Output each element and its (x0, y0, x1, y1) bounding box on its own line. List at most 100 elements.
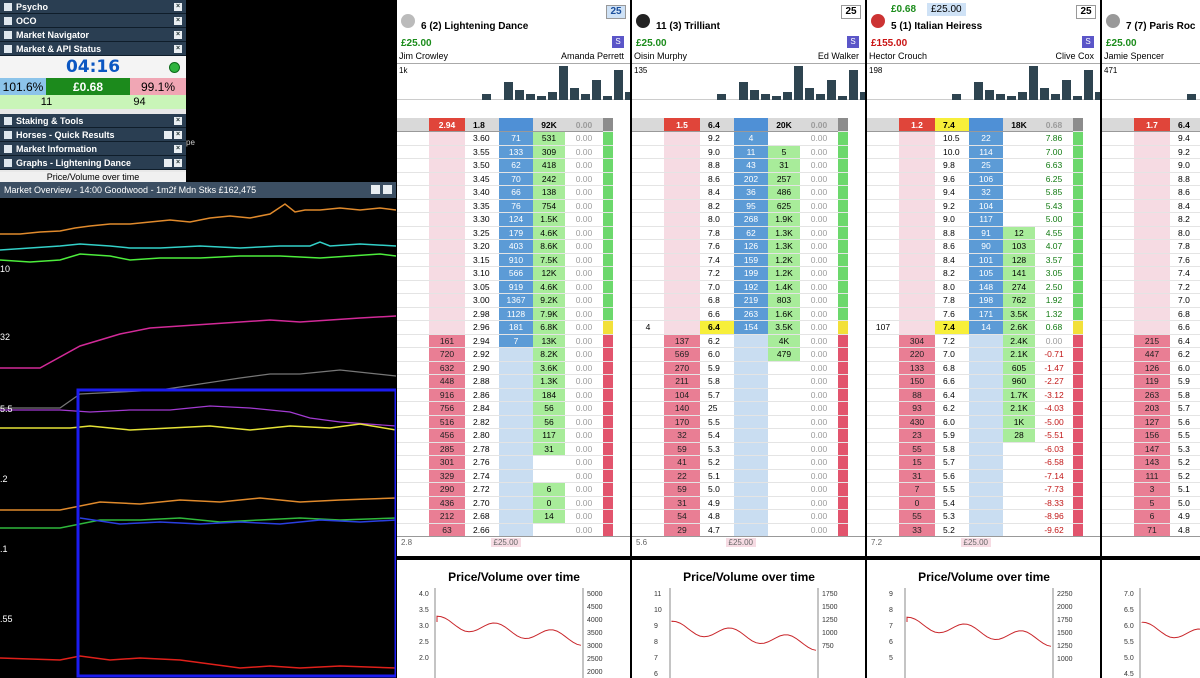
ladder-row[interactable]: 41 5.2 0.00 (632, 455, 848, 470)
ladder-row[interactable]: 3.30 124 1.5K 0.00 (397, 212, 613, 227)
back-amount[interactable]: 159 (734, 253, 768, 267)
runner-name[interactable]: 6 (2) Lightening Dance (421, 21, 528, 32)
back-amount[interactable]: 7 (499, 334, 533, 348)
my-back-cell[interactable] (1102, 199, 1134, 213)
ladder-row[interactable]: 7.2 199 1.2K 0.00 (632, 266, 848, 281)
ladder-row[interactable]: 126 6.0 (1102, 361, 1200, 375)
ladder-row[interactable]: 29 4.7 0.00 (632, 523, 848, 537)
ladder-row[interactable]: 9.4 32 5.85 (867, 185, 1083, 200)
ladder-row[interactable]: 916 2.86 184 0.00 (397, 388, 613, 402)
lay-amount[interactable] (429, 239, 465, 254)
ladder-row[interactable]: 8.0 148 274 2.50 (867, 280, 1083, 294)
lay-amount[interactable]: 133 (899, 361, 935, 375)
ladder-row[interactable]: 3.40 66 138 0.00 (397, 185, 613, 200)
my-back-cell[interactable] (632, 361, 664, 375)
my-back-cell[interactable] (867, 172, 899, 186)
my-back-cell[interactable] (1102, 293, 1134, 308)
my-back-cell[interactable] (632, 253, 664, 267)
ladder-row[interactable]: 150 6.6 960 -2.27 (867, 374, 1083, 389)
my-back-cell[interactable] (867, 469, 899, 483)
my-back-cell[interactable] (1102, 334, 1134, 348)
s-button[interactable]: S (612, 36, 624, 48)
ladder-row[interactable]: 5 5.0 (1102, 496, 1200, 510)
lay-amount[interactable]: 119 (1134, 374, 1170, 389)
lay-amount[interactable] (664, 199, 700, 213)
stake-selector[interactable]: 25 (1076, 5, 1096, 19)
my-back-cell[interactable] (632, 428, 664, 443)
ladder-row[interactable]: 55 5.3 -8.96 (867, 509, 1083, 524)
back-amount[interactable]: 124 (499, 212, 533, 227)
my-back-cell[interactable] (1102, 172, 1134, 186)
back-amount[interactable]: 90 (969, 239, 1003, 254)
my-back-cell[interactable] (1102, 320, 1134, 335)
back-amount[interactable]: 36 (734, 185, 768, 200)
ladder-row[interactable]: 7.6 (1102, 253, 1200, 267)
my-back-cell[interactable] (1102, 185, 1134, 200)
back-amount[interactable]: 181 (499, 320, 533, 335)
back-amount[interactable]: 192 (734, 280, 768, 294)
ladder-row[interactable]: 0 5.4 -8.33 (867, 496, 1083, 510)
ladder-row[interactable]: 8.4 36 486 0.00 (632, 185, 848, 200)
lay-amount[interactable] (664, 172, 700, 186)
my-back-cell[interactable] (397, 455, 429, 470)
my-back-cell[interactable] (1102, 253, 1134, 267)
ladder-row[interactable]: 456 2.80 117 0.00 (397, 428, 613, 443)
ladder-row[interactable]: 3.45 70 242 0.00 (397, 172, 613, 186)
back-amount[interactable]: 66 (499, 185, 533, 200)
lay-amount[interactable]: 161 (429, 334, 465, 348)
my-back-cell[interactable] (632, 239, 664, 254)
lay-amount[interactable]: 756 (429, 401, 465, 416)
lay-amount[interactable] (429, 158, 465, 173)
lay-amount[interactable]: 3 (1134, 482, 1170, 497)
back-amount[interactable] (499, 388, 533, 402)
back-amount[interactable]: 1367 (499, 293, 533, 308)
my-back-cell[interactable] (632, 469, 664, 483)
ladder-row[interactable]: 263 5.8 (1102, 388, 1200, 402)
ladder-row[interactable]: 88 6.4 1.7K -3.12 (867, 388, 1083, 402)
lay-amount[interactable] (1134, 145, 1170, 159)
my-back-cell[interactable] (1102, 442, 1134, 456)
lay-amount[interactable] (899, 131, 935, 146)
back-amount[interactable]: 566 (499, 266, 533, 281)
runner-name[interactable]: 11 (3) Trilliant (656, 21, 720, 32)
back-amount[interactable] (734, 469, 768, 483)
my-back-cell[interactable] (632, 388, 664, 402)
ladder-row[interactable]: 3.15 910 7.5K 0.00 (397, 253, 613, 267)
ladder-row[interactable]: 270 5.9 0.00 (632, 361, 848, 375)
stake-selector[interactable]: 25 (606, 5, 626, 19)
close-icon[interactable]: × (174, 17, 182, 25)
ladder-row[interactable]: 8.6 90 103 4.07 (867, 239, 1083, 254)
ladder-row[interactable]: 7.4 159 1.2K 0.00 (632, 253, 848, 267)
my-back-cell[interactable] (632, 212, 664, 227)
lay-amount[interactable]: 448 (429, 374, 465, 389)
back-amount[interactable]: 25 (969, 158, 1003, 173)
back-amount[interactable]: 76 (499, 199, 533, 213)
lay-amount[interactable]: 203 (1134, 401, 1170, 416)
lay-amount[interactable] (1134, 266, 1170, 281)
ladder-row[interactable]: 9.0 (1102, 158, 1200, 173)
back-amount[interactable] (969, 428, 1003, 443)
back-amount[interactable]: 403 (499, 239, 533, 254)
ladder-row[interactable]: 8.2 105 141 3.05 (867, 266, 1083, 281)
my-back-cell[interactable] (397, 199, 429, 213)
my-back-cell[interactable] (1102, 158, 1134, 173)
ladder-row[interactable]: 7.0 (1102, 293, 1200, 308)
ladder-row[interactable]: 147 5.3 (1102, 442, 1200, 456)
ladder-row[interactable]: 3.10 566 12K 0.00 (397, 266, 613, 281)
lay-amount[interactable] (664, 253, 700, 267)
lay-amount[interactable] (899, 266, 935, 281)
lay-amount[interactable] (1134, 280, 1170, 294)
lay-amount[interactable]: 55 (899, 509, 935, 524)
my-back-cell[interactable] (632, 401, 664, 416)
my-back-cell[interactable] (397, 361, 429, 375)
lay-amount[interactable]: 55 (899, 442, 935, 456)
back-amount[interactable]: 22 (969, 131, 1003, 146)
lay-amount[interactable]: 127 (1134, 415, 1170, 429)
ladder-row[interactable]: 33 5.2 -9.62 (867, 523, 1083, 537)
lay-amount[interactable]: 104 (664, 388, 700, 402)
ladder-row[interactable]: 22 5.1 0.00 (632, 469, 848, 483)
ladder-row[interactable]: 301 2.76 0.00 (397, 455, 613, 470)
back-amount[interactable] (499, 442, 533, 456)
ladder-row[interactable]: 8.6 (1102, 185, 1200, 200)
panel-oco[interactable]: OCO × (0, 14, 186, 28)
